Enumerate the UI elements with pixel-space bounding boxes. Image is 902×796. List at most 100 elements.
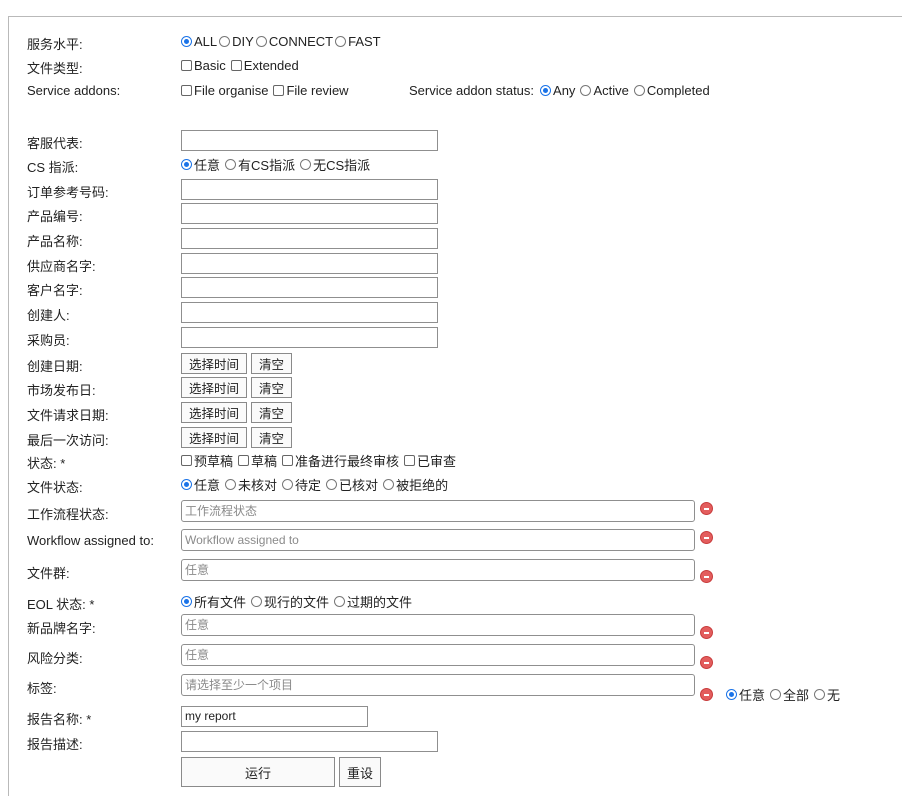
service-level-row: 服务水平: ALL DIY CONNECT FAST	[9, 30, 899, 53]
last-visit-clear-button[interactable]: 清空	[251, 426, 293, 448]
tags-mode-none[interactable]: 无	[814, 685, 840, 704]
customer-name-input[interactable]	[181, 276, 438, 298]
file-group-input[interactable]	[181, 559, 695, 581]
cs-assign-any[interactable]: 任意	[181, 155, 220, 174]
file-status-any[interactable]: 任意	[181, 475, 220, 494]
radio-icon[interactable]	[181, 158, 192, 170]
buyer-input[interactable]	[181, 326, 438, 348]
risk-category-row: 风险分类:	[9, 644, 899, 670]
tags-mode-any[interactable]: 任意	[726, 685, 765, 704]
checkbox-icon[interactable]	[181, 454, 192, 466]
service-level-all[interactable]: ALL	[181, 34, 217, 49]
eol-all-files[interactable]: 所有文件	[181, 592, 246, 611]
order-ref-row: 订单参考号码:	[9, 178, 899, 200]
status-final-review[interactable]: 准备进行最终审核	[282, 451, 399, 470]
radio-icon[interactable]	[282, 478, 294, 490]
cs-assign-has[interactable]: 有CS指派	[225, 155, 295, 174]
product-name-input[interactable]	[181, 227, 438, 249]
radio-icon[interactable]	[633, 84, 645, 96]
cs-assign-none[interactable]: 无CS指派	[300, 155, 370, 174]
market-date-pick-button[interactable]: 选择时间	[181, 376, 248, 398]
addon-status-any[interactable]: Any	[540, 83, 575, 98]
checkbox-icon[interactable]	[230, 59, 242, 71]
eol-current-files[interactable]: 现行的文件	[251, 592, 329, 611]
radio-icon[interactable]	[255, 35, 267, 47]
workflow-status-input[interactable]	[181, 500, 695, 522]
reset-button[interactable]: 重设	[339, 757, 381, 787]
tags-mode-all[interactable]: 全部	[770, 685, 809, 704]
radio-icon[interactable]	[251, 595, 263, 607]
cs-rep-input[interactable]	[181, 129, 438, 151]
radio-icon[interactable]	[181, 478, 192, 490]
file-status-unchecked[interactable]: 未核对	[225, 475, 277, 494]
addon-status-completed[interactable]: Completed	[633, 83, 710, 98]
order-ref-label: 订单参考号码:	[27, 185, 109, 200]
checkbox-icon[interactable]	[282, 454, 294, 466]
service-level-fast[interactable]: FAST	[335, 34, 381, 49]
service-level-diy[interactable]: DIY	[219, 34, 254, 49]
addon-file-review[interactable]: File review	[273, 83, 349, 98]
radio-icon[interactable]	[335, 35, 347, 47]
radio-icon[interactable]	[726, 689, 737, 700]
checkbox-icon[interactable]	[238, 454, 250, 466]
created-date-pick-button[interactable]: 选择时间	[181, 352, 248, 374]
radio-icon[interactable]	[770, 689, 782, 700]
last-visit-pick-button[interactable]: 选择时间	[181, 426, 248, 448]
product-code-input[interactable]	[181, 202, 438, 224]
risk-category-input[interactable]	[181, 644, 695, 666]
checkbox-icon[interactable]	[273, 84, 285, 96]
remove-circle-icon[interactable]	[700, 570, 713, 583]
radio-icon[interactable]	[225, 478, 237, 490]
radio-icon[interactable]	[580, 84, 592, 96]
radio-icon[interactable]	[181, 595, 192, 607]
radio-icon[interactable]	[383, 478, 395, 490]
file-type-basic[interactable]: Basic	[181, 58, 226, 73]
checkbox-icon[interactable]	[404, 454, 416, 466]
checkbox-icon[interactable]	[181, 84, 192, 96]
radio-icon[interactable]	[334, 595, 346, 607]
addon-status-active[interactable]: Active	[580, 83, 629, 98]
new-brand-input[interactable]	[181, 614, 695, 636]
tags-input[interactable]	[181, 674, 695, 696]
status-pre-draft[interactable]: 预草稿	[181, 451, 233, 470]
addon-file-organise[interactable]: File organise	[181, 83, 268, 98]
market-date-clear-button[interactable]: 清空	[251, 376, 293, 398]
run-button[interactable]: 运行	[181, 757, 335, 787]
order-ref-input[interactable]	[181, 178, 438, 200]
service-addons-row: Service addons: File organise File revie…	[9, 79, 899, 101]
remove-circle-icon[interactable]	[700, 531, 713, 544]
remove-circle-icon[interactable]	[700, 502, 713, 515]
file-status-rejected[interactable]: 被拒绝的	[383, 475, 448, 494]
radio-icon[interactable]	[181, 35, 192, 47]
file-status-pending[interactable]: 待定	[282, 475, 321, 494]
file-request-date-pick-button[interactable]: 选择时间	[181, 401, 248, 423]
file-status-checked[interactable]: 已核对	[326, 475, 378, 494]
creator-input[interactable]	[181, 301, 438, 323]
remove-circle-icon[interactable]	[700, 656, 713, 669]
radio-icon[interactable]	[225, 158, 237, 170]
created-date-clear-button[interactable]: 清空	[251, 352, 293, 374]
status-reviewed[interactable]: 已审查	[404, 451, 456, 470]
supplier-name-row: 供应商名字:	[9, 252, 899, 274]
report-name-input[interactable]	[181, 705, 368, 727]
radio-icon[interactable]	[219, 35, 231, 47]
file-request-date-clear-button[interactable]: 清空	[251, 401, 293, 423]
service-level-connect[interactable]: CONNECT	[255, 34, 333, 49]
remove-circle-icon[interactable]	[700, 626, 713, 639]
status-draft[interactable]: 草稿	[238, 451, 277, 470]
supplier-name-input[interactable]	[181, 252, 438, 274]
radio-icon[interactable]	[814, 689, 826, 700]
eol-expired-files[interactable]: 过期的文件	[334, 592, 412, 611]
radio-icon[interactable]	[540, 84, 552, 96]
file-type-extended[interactable]: Extended	[230, 58, 299, 73]
workflow-assigned-input[interactable]	[181, 529, 695, 551]
status-options: 预草稿 草稿 准备进行最终审核 已审查	[181, 449, 461, 471]
radio-icon[interactable]	[326, 478, 338, 490]
eol-status-label: EOL 状态: *	[27, 597, 95, 612]
radio-icon[interactable]	[300, 158, 312, 170]
tags-row: 标签: 任意 全部 无	[9, 674, 899, 703]
report-desc-input[interactable]	[181, 730, 438, 752]
creator-label: 创建人:	[27, 308, 70, 323]
remove-circle-icon[interactable]	[700, 688, 713, 701]
checkbox-icon[interactable]	[181, 59, 192, 71]
